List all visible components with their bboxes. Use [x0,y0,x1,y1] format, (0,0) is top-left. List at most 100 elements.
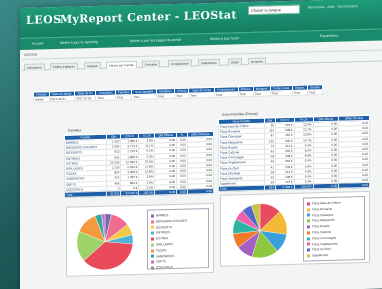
summary-cell: Tous [292,89,308,96]
language-select[interactable]: Choisir la langue [248,4,300,16]
legend-item: Supplément [307,253,328,258]
total-cell: 34 045 € [120,190,139,196]
legend-swatch [307,236,310,240]
legend-swatch [151,214,154,218]
legend-item: SANDWICHS [151,254,174,259]
legend-item: ENTREES [151,230,170,235]
legend-label: Pizza base de Crème [312,200,341,206]
summary-cell: 2017-12-31 [74,95,96,102]
total-cell: 824 [264,185,276,191]
tab-comparaison[interactable]: Comparaison [168,59,192,68]
total-cell: 4 368 € [275,184,295,191]
subfamilies-pie-panel: Pizza base de Crème Pizza Romaine Pizza Cl… [220,190,370,267]
nav-item-update-tool[interactable]: Mettre à jour l'outil [210,36,239,41]
legend-swatch [151,237,154,241]
subfamilies-pie-legend: Pizza base de Crème Pizza Romaine Pizza Cl… [303,195,365,262]
legend-item: COCKTAILS [151,265,173,270]
legend-swatch [307,254,310,258]
legend-label: BARRES [156,213,169,218]
summary-cell: Tous [270,90,293,96]
legend-item: GRILLADES [151,242,173,247]
subfamilies-caption: Sous-Familles (Pizzas) [222,111,258,117]
legend-item: Pizza Romaine [307,207,332,212]
legend-label: EXTRAS [156,236,169,241]
summary-cell: Tous [95,95,116,101]
subfamilies-table: Sous-Famille Qté CA HT% CA Qté Offerte Offer… [218,114,370,193]
legend-item: PIZZAS [151,248,167,252]
legend-label: Pizza Marguerite [312,218,335,223]
legend-swatch [307,202,310,206]
legend-swatch [151,243,154,247]
summary-cell: Tous [253,90,271,97]
tab-chiffre-affaires[interactable]: Chiffre d'affaires [50,62,78,71]
legend-label: Pizza du Chef [312,247,331,252]
app-title: MyReport Center - LEOStat [60,8,237,26]
legend-item: Pizza 4 Fromages [307,236,336,241]
legend-label: PIZZAS [156,247,167,253]
legend-label: GRILLADES [156,241,173,247]
legend-label: BOISSONS CHAUDES [156,218,188,224]
tab-donnees[interactable]: Données [248,57,267,66]
families-pie-panel: BARRES BOISSONS CHAUDES DESSERTS ENTREES EXT… [66,202,214,277]
summary-cell: Tous [214,91,239,98]
legend-item: Pizza Calzone [307,230,331,235]
legend-item: Pizza Marguerite [307,218,335,223]
legend-label: SANDWICHS [156,253,175,259]
tab-statistiques[interactable]: Statistiques [198,58,220,67]
legend-swatch [307,207,310,211]
legend-swatch [151,248,154,253]
nav-item-update-portal[interactable]: Mettre à jour les pages du portail [130,38,181,43]
nav-item-update-reporting[interactable]: Mettre à jour le reporting [60,40,98,45]
total-cell: 0.00 [313,183,339,190]
tab-ventes-par-famille[interactable]: Ventes par Famille [106,60,137,69]
legend-label: DESSERTS [156,224,173,230]
summary-cell: Tous [238,91,254,97]
total-cell: 100.0% [294,184,314,190]
summary-cell: 2017-01-01 [49,96,75,102]
legend-item: SOFTS [151,260,166,264]
tab-analyse[interactable]: Analyse [84,61,101,70]
families-pie-chart [76,213,134,270]
legend-swatch [307,213,310,217]
legend-label: Pizza 4 Fromages [312,235,337,241]
legend-label: ENTREES [156,230,171,235]
legend-swatch [307,231,310,235]
total-cell: 0.00 [176,188,188,195]
tab-detail[interactable]: Détail [228,58,242,66]
summary-cell: Tous [188,92,215,99]
legend-item: Pizza base de Crème [307,201,341,206]
legend-label: SOFTS [156,259,167,264]
legend-label: Pizza Végétarienne [312,241,339,246]
legend-label: Pizza Classique [312,212,334,217]
app-window: LEOS MyReport Center - LEOStat Choisir l… [20,0,382,289]
legend-swatch [307,225,310,229]
filter-summary-table: Période Date de début Date de fin Comptoirs… [33,84,323,103]
summary-cell: Tous [131,93,157,100]
summary-cell: Année [33,96,50,103]
subfamilies-pie-chart [232,203,288,258]
families-table: Famille Qté CA HT% CA Qté Offerte% Offert Re… [64,130,214,198]
legend-swatch [151,231,154,235]
legend-item: EXTRAS [151,236,169,241]
legend-swatch [151,254,154,258]
legend-swatch [151,225,154,229]
tab-evolution[interactable]: Évolution [142,60,161,68]
total-cell: 100.0% [138,189,155,196]
legend-swatch [307,242,310,246]
total-cell: 32 301 [106,190,121,197]
legend-label: Supplément [312,253,329,258]
nav-item-home[interactable]: Accueil [32,41,43,45]
families-caption: Familles [68,128,82,133]
legend-swatch [151,266,154,270]
summary-cell: Tous [307,89,323,95]
legend-item: Pizza du Chef [307,247,331,252]
legend-swatch [151,260,154,264]
tab-indicateurs[interactable]: Indicateurs [24,63,45,71]
user-links[interactable]: Bienvenue · Aide · Déconnexion [308,4,358,9]
total-cell: Total [218,185,264,192]
legend-swatch [151,219,154,224]
nav-item-settings[interactable]: Paramètres [320,34,338,38]
logo: LEOS [26,12,62,27]
legend-item: Pizza Classique [307,212,333,217]
legend-swatch [307,219,310,223]
